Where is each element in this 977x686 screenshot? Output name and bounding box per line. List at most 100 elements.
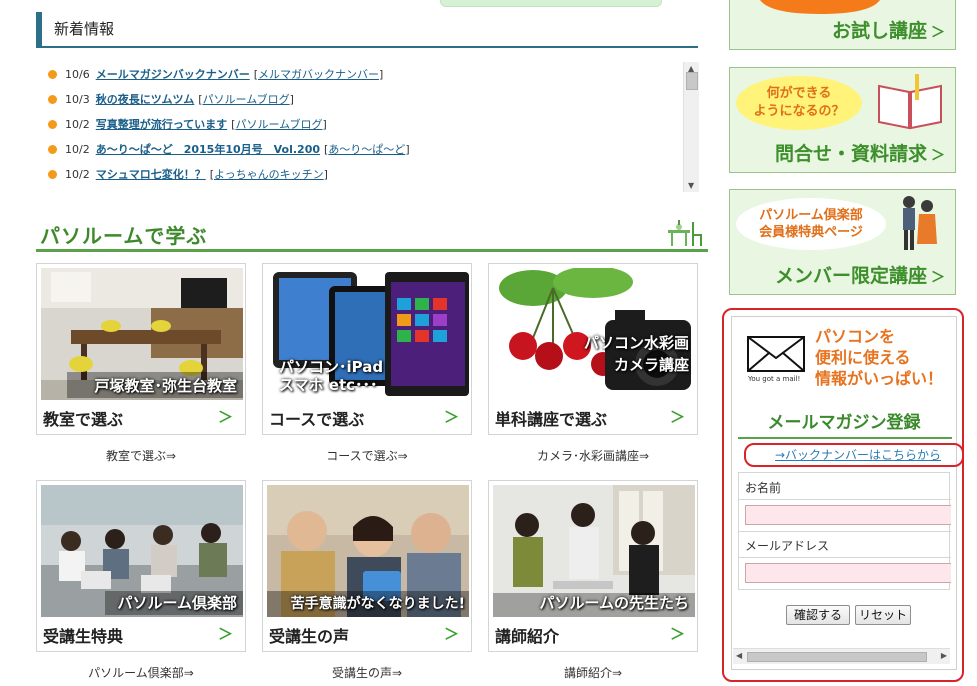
chevron-right-icon: ＞ [931,148,945,164]
card-course[interactable]: パソコン･iPad スマホ etc･･･ コースで選ぶ ＞ [262,263,472,435]
card-photo-caption: パソルーム倶楽部 [117,594,237,612]
name-label: お名前 [745,481,782,495]
member-banner[interactable]: パソルーム倶楽部 会員様特典ページ メンバー限定講座＞ [729,189,956,295]
trial-course-banner[interactable]: お試し講座＞ [729,0,956,50]
bullet-icon [48,170,57,179]
learn-section-title: パソルームで学ぶ [36,214,708,252]
card-student-benefit[interactable]: パソルーム倶楽部 受講生特典 ＞ [36,480,246,652]
news-title-link[interactable]: 写真整理が流行っています [96,112,227,137]
card-photo-caption: 苦手意識がなくなりました! [290,596,465,612]
confirm-button[interactable]: 確認する [786,605,850,625]
card-label: 受講生特典 [43,627,124,646]
table-chairs-icon [668,220,702,246]
mail-panel-scrollbar[interactable]: ◀ ▶ [733,648,950,664]
news-title-link[interactable]: マシュマロ七変化！？ [96,162,206,187]
news-item: 10/2 写真整理が流行っています [パソルームブログ] [44,112,684,137]
email-label: メールアドレス [745,539,830,553]
divider [739,531,951,532]
trial-course-label: お試し講座 [831,20,927,42]
chevron-right-icon: ＞ [443,625,459,643]
news-category: [パソルームブログ] [198,93,294,106]
member-label: メンバー限定講座 [774,265,927,287]
news-date: 10/3 [65,93,90,106]
card-photo-caption: 戸塚教室･弥生台教室 [94,377,237,395]
scroll-thumb[interactable] [747,652,927,662]
news-category-link[interactable]: よっちゃんのキッチン [214,168,324,181]
classroom-link[interactable]: 教室で選ぶ⇒ [36,447,246,464]
scroll-down-icon[interactable]: ▼ [688,181,694,190]
card-photo-caption: パソコン水彩画 カメラ講座 [583,334,689,374]
reset-button[interactable]: リセット [855,605,911,625]
news-category: [あ〜り〜ぱ〜ど] [324,143,410,156]
card-single-course[interactable]: パソコン水彩画 カメラ講座 単科講座で選ぶ ＞ [488,263,698,435]
bullet-icon [48,120,57,129]
news-item: 10/6 メールマガジンバックナンバー [メルマガバックナンバー] [44,62,684,87]
camera-watercolor-link[interactable]: カメラ･水彩画講座⇒ [488,447,698,464]
news-category: [メルマガバックナンバー] [253,68,384,81]
mail-promo-text: パソコンを 便利に使える 情報がいっぱい！ [815,327,944,388]
chevron-right-icon: ＞ [217,625,233,643]
card-label: 教室で選ぶ [43,410,124,429]
news-item: 10/2 マシュマロ七変化！？ [よっちゃんのキッチン] [44,162,684,187]
card-classroom[interactable]: 戸塚教室･弥生台教室 教室で選ぶ ＞ [36,263,246,435]
news-scrollbar[interactable]: ▲ ▼ [683,62,699,192]
inquiry-banner[interactable]: 何ができる ようになるの？ 問合せ・資料請求＞ [729,67,956,173]
name-field[interactable] [745,505,951,525]
chevron-right-icon: ＞ [669,625,685,643]
news-title-link[interactable]: メールマガジンバックナンバー [96,62,250,87]
club-link[interactable]: パソルーム倶楽部⇒ [36,664,246,681]
news-category-link[interactable]: あ〜り〜ぱ〜ど [328,143,405,156]
inquiry-label: 問合せ・資料請求 [774,143,927,165]
divider [739,499,951,500]
news-item: 10/3 秋の夜長にツムツム [パソルームブログ] [44,87,684,112]
card-student-voice[interactable]: 苦手意識がなくなりました! 受講生の声 ＞ [262,480,472,652]
banner-label: 問合せ・資料請求＞ [775,139,945,166]
bullet-icon [48,70,57,79]
mail-magazine-title: メールマガジン登録 [767,413,921,433]
scroll-thumb[interactable] [686,72,698,90]
news-date: 10/2 [65,118,90,131]
news-date: 10/6 [65,68,90,81]
scroll-right-icon[interactable]: ▶ [941,651,947,660]
top-decoration [440,0,662,7]
instructors-photo: パソルームの先生たち [493,485,695,617]
course-link[interactable]: コースで選ぶ⇒ [262,447,472,464]
banner-label: メンバー限定講座＞ [775,261,945,288]
card-label: 受講生の声 [269,627,350,646]
inquiry-bubble: 何ができる ようになるの？ [736,76,862,130]
news-title-link[interactable]: あ〜り〜ぱ〜ど 2015年10月号 Vol.200 [96,137,320,162]
news-category-link[interactable]: パソルームブログ [203,93,290,106]
news-category: [パソルームブログ] [231,118,327,131]
chevron-right-icon: ＞ [443,408,459,426]
chevron-right-icon: ＞ [217,408,233,426]
scroll-left-icon[interactable]: ◀ [736,651,742,660]
student-voice-photo: 苦手意識がなくなりました! [267,485,469,617]
book-icon [878,74,942,130]
card-label: 講師紹介 [495,627,560,646]
card-instructors[interactable]: パソルームの先生たち 講師紹介 ＞ [488,480,698,652]
news-date: 10/2 [65,143,90,156]
envelope-icon [747,336,805,372]
banner-label: お試し講座＞ [832,16,945,43]
email-field[interactable] [745,563,951,583]
member-bubble: パソルーム倶楽部 会員様特典ページ [736,198,886,250]
news-category-link[interactable]: メルマガバックナンバー [258,68,379,81]
student-voice-link[interactable]: 受講生の声⇒ [262,664,472,681]
subscribe-form: お名前 メールアドレス [738,472,951,590]
speech-bubble-icon [760,0,880,14]
club-photo: パソルーム倶楽部 [41,485,243,617]
news-category: [よっちゃんのキッチン] [209,168,328,181]
news-heading: 新着情報 [36,12,698,48]
envelope-caption: You got a mail! [748,375,801,383]
instructors-link[interactable]: 講師紹介⇒ [488,664,698,681]
classroom-photo: 戸塚教室･弥生台教室 [41,268,243,400]
chevron-right-icon: ＞ [931,270,945,286]
people-icon [903,196,937,250]
card-photo-caption: パソコン･iPad スマホ etc･･･ [279,358,384,394]
learn-title-text: パソルームで学ぶ [40,224,208,248]
news-item: 10/2 あ〜り〜ぱ〜ど 2015年10月号 Vol.200 [あ〜り〜ぱ〜ど] [44,137,684,162]
divider [738,437,952,439]
news-title-link[interactable]: 秋の夜長にツムツム [96,87,195,112]
news-category-link[interactable]: パソルームブログ [235,118,322,131]
back-number-link[interactable]: →バックナンバーはこちらから [775,446,941,463]
